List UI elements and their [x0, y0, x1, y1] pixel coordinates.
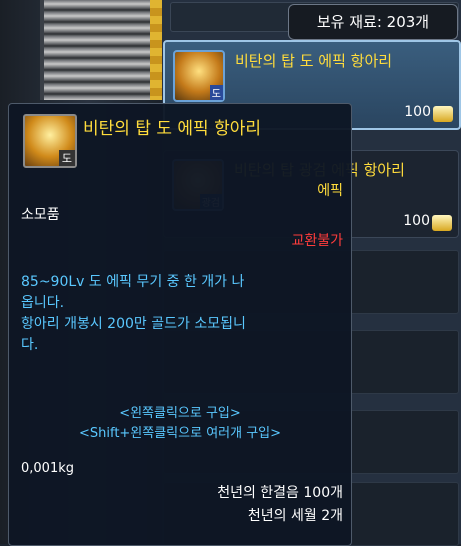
item-weight: 0,001kg	[21, 461, 74, 476]
owned-material-label: 보유 재료: 203개	[316, 13, 430, 31]
description-line: 다.	[21, 337, 39, 353]
item-title: 비탄의 탑 도 에픽 항아리	[83, 119, 262, 139]
purchase-help: <왼쪽클릭으로 구입> <Shift+왼쪽클릭으로 여러개 구입>	[9, 404, 351, 444]
item-description: 85~90Lv 도 에픽 무기 중 한 개가 나 옵니다. 항아리 개봉시 20…	[21, 272, 341, 356]
trade-restriction: 교환불가	[291, 233, 343, 249]
owned-material-badge: 보유 재료: 203개	[288, 4, 458, 40]
spring-decoration	[40, 0, 164, 100]
weapon-type-tag: 도	[58, 150, 75, 166]
frame-strip	[150, 0, 162, 100]
help-line: <Shift+왼쪽클릭으로 여러개 구입>	[78, 426, 282, 441]
item-rarity: 에픽	[317, 183, 343, 199]
shop-item-name: 비탄의 탑 도 에픽 항아리	[235, 52, 393, 70]
epic-jar-icon: 도	[23, 114, 77, 168]
description-line: 85~90Lv 도 에픽 무기 중 한 개가 나	[21, 274, 245, 290]
description-line: 항아리 개봉시 200만 골드가 소모됩니	[21, 316, 246, 332]
shop-item-price: 100	[403, 213, 430, 229]
epic-jar-icon: 도	[173, 50, 225, 102]
help-line: <왼쪽클릭으로 구입>	[119, 406, 241, 421]
material-line: 천년의 한결음 100개	[217, 485, 343, 501]
coin-icon	[433, 106, 453, 122]
shop-item-price: 100	[404, 104, 431, 120]
description-line: 옵니다.	[21, 295, 65, 311]
item-tooltip: 도 비탄의 탑 도 에픽 항아리 에픽 소모품 교환불가 85~90Lv 도 에…	[8, 103, 352, 546]
material-line: 천년의 세월 2개	[247, 508, 343, 524]
required-materials: 천년의 한결음 100개 천년의 세월 2개	[217, 482, 343, 528]
item-type: 소모품	[21, 207, 60, 223]
coin-icon	[432, 215, 452, 231]
